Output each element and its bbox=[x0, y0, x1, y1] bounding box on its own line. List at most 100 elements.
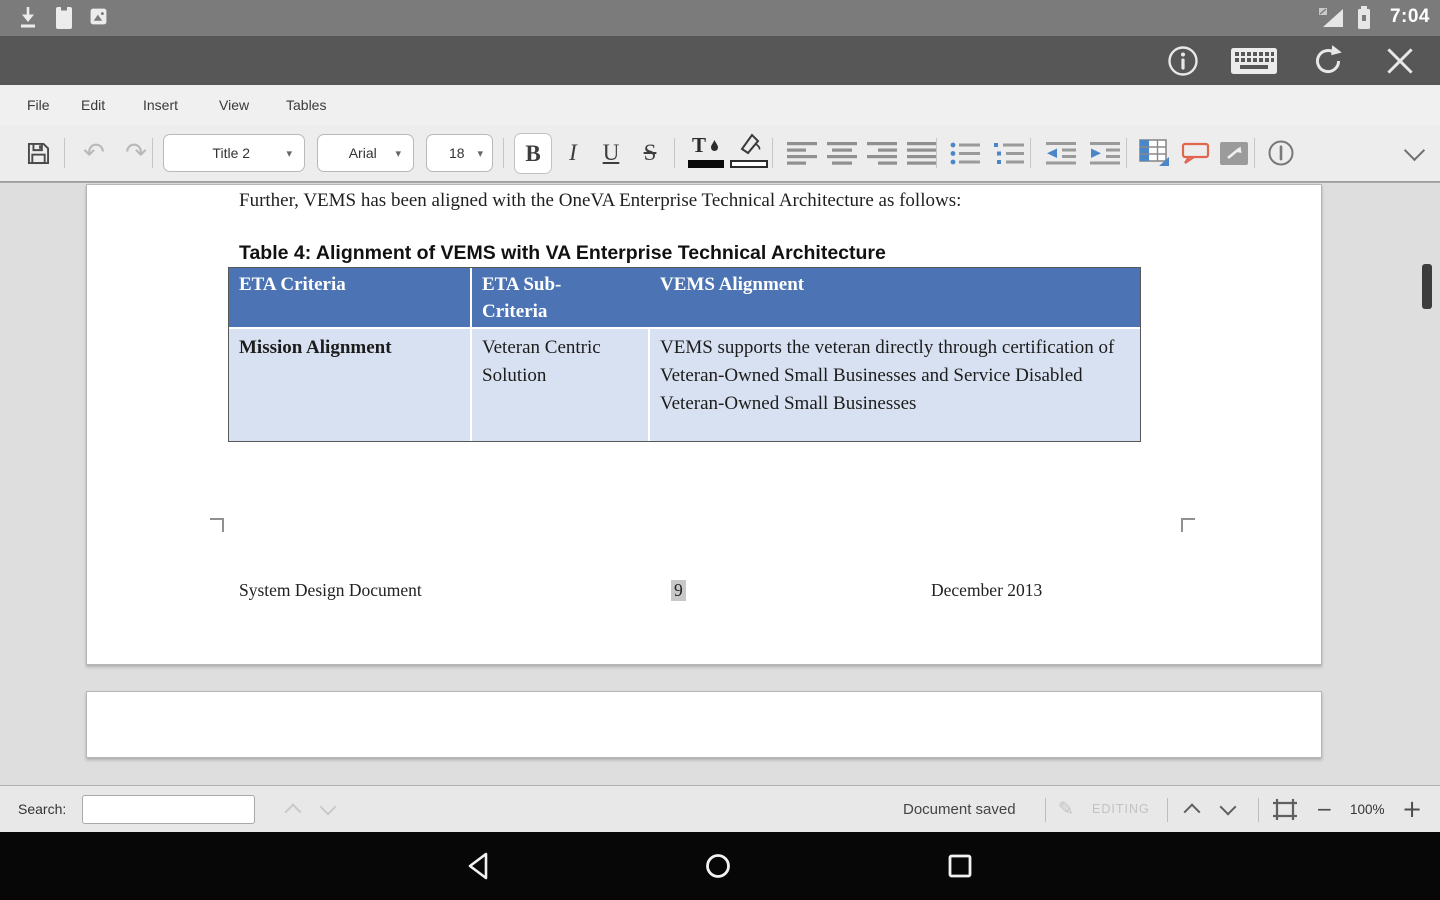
comment-button[interactable] bbox=[1178, 125, 1214, 181]
zoom-in-button[interactable]: + bbox=[1402, 786, 1422, 832]
redo-button[interactable]: ↷ bbox=[118, 125, 154, 181]
highlighter-pen-icon bbox=[740, 133, 761, 155]
divider bbox=[1030, 138, 1031, 168]
menu-view[interactable]: View bbox=[219, 85, 249, 125]
table-cell[interactable]: Veteran Centric Solution bbox=[472, 329, 650, 441]
recents-button[interactable] bbox=[944, 850, 976, 882]
footer-margin-mark-left bbox=[210, 518, 224, 532]
save-button[interactable] bbox=[22, 125, 54, 181]
document-paragraph[interactable]: Further, VEMS has been aligned with the … bbox=[239, 190, 1174, 212]
fit-page-icon bbox=[1273, 798, 1297, 820]
table-caption[interactable]: Table 4: Alignment of VEMS with VA Enter… bbox=[239, 242, 886, 265]
footer-margin-mark-right bbox=[1181, 518, 1195, 532]
info-button[interactable] bbox=[1164, 36, 1202, 85]
page-up-button[interactable] bbox=[1183, 786, 1201, 832]
decrease-indent-button[interactable] bbox=[1042, 125, 1080, 181]
menu-file[interactable]: File bbox=[27, 85, 50, 125]
home-circle-icon bbox=[706, 854, 730, 878]
table-cell[interactable]: Mission Alignment bbox=[229, 329, 472, 441]
search-previous-button[interactable] bbox=[284, 786, 302, 832]
chevron-up-icon bbox=[1183, 803, 1201, 821]
table-header-cell[interactable]: ETA Criteria bbox=[229, 268, 472, 327]
refresh-button[interactable] bbox=[1306, 36, 1350, 85]
divider bbox=[674, 138, 675, 168]
formatting-marks-button[interactable] bbox=[1264, 125, 1298, 181]
footer-date[interactable]: December 2013 bbox=[931, 580, 1042, 601]
recents-square-icon bbox=[948, 854, 972, 878]
multilevel-list-button[interactable] bbox=[992, 125, 1026, 181]
table-header-cell[interactable]: ETA Sub-Criteria bbox=[472, 268, 650, 327]
back-triangle-icon bbox=[468, 852, 488, 880]
font-family-dropdown[interactable]: Arial ▾ bbox=[317, 134, 414, 172]
font-size-value: 18 bbox=[448, 145, 465, 161]
increase-indent-button[interactable] bbox=[1086, 125, 1124, 181]
clock-time: 7:04 bbox=[1389, 6, 1430, 27]
download-notification-icon bbox=[18, 5, 38, 36]
table-header-row: ETA Criteria ETA Sub-Criteria VEMS Align… bbox=[229, 268, 1140, 329]
page-down-button[interactable] bbox=[1219, 786, 1237, 832]
document-table: ETA Criteria ETA Sub-Criteria VEMS Align… bbox=[228, 267, 1141, 442]
editing-mode-toggle[interactable]: EDITING bbox=[1092, 786, 1150, 832]
paragraph-style-dropdown[interactable]: Title 2 ▾ bbox=[163, 134, 305, 172]
zoom-level-value: 100% bbox=[1350, 801, 1385, 817]
document-page-2[interactable] bbox=[86, 691, 1322, 758]
keyboard-toggle-button[interactable] bbox=[1228, 36, 1280, 85]
menu-insert[interactable]: Insert bbox=[143, 85, 178, 125]
close-icon[interactable] bbox=[1378, 36, 1422, 85]
table-cell[interactable]: VEMS supports the veteran directly throu… bbox=[650, 329, 1142, 441]
screenshot-notification-icon bbox=[90, 8, 107, 30]
menu-bar: File Edit Insert View Tables bbox=[0, 85, 1440, 125]
table-row: Mission Alignment Veteran Centric Soluti… bbox=[229, 329, 1140, 441]
divider bbox=[1258, 798, 1259, 822]
search-input[interactable] bbox=[82, 794, 255, 824]
divider bbox=[152, 138, 153, 168]
formatting-toolbar: ↶ ↷ Title 2 ▾ Arial ▾ 18 ▾ B I U S T bbox=[0, 125, 1440, 182]
align-right-button[interactable] bbox=[866, 125, 898, 181]
underline-button[interactable]: U bbox=[594, 125, 628, 181]
insert-table-button[interactable] bbox=[1136, 125, 1172, 181]
divider bbox=[1167, 798, 1168, 822]
ink-drop-icon bbox=[711, 140, 718, 151]
search-next-button[interactable] bbox=[319, 786, 337, 832]
chevron-down-icon bbox=[1219, 798, 1237, 815]
divider bbox=[1254, 138, 1255, 168]
screen: 7:04 File Edit Insert View Tables ↶ ↷ Ti… bbox=[0, 0, 1440, 900]
divider bbox=[503, 138, 504, 168]
insert-image-button[interactable] bbox=[1216, 125, 1252, 181]
align-center-button[interactable] bbox=[826, 125, 858, 181]
footer-document-title[interactable]: System Design Document bbox=[239, 580, 422, 601]
home-button[interactable] bbox=[702, 850, 734, 882]
chevron-down-icon: ▾ bbox=[395, 146, 401, 160]
signal-strength-icon bbox=[1318, 7, 1344, 34]
fit-page-button[interactable] bbox=[1272, 786, 1298, 832]
menu-edit[interactable]: Edit bbox=[81, 85, 105, 125]
align-justify-button[interactable] bbox=[906, 125, 938, 181]
chevron-down-icon: ▾ bbox=[286, 146, 292, 160]
menu-tables[interactable]: Tables bbox=[286, 85, 326, 125]
bold-button[interactable]: B bbox=[514, 133, 552, 174]
bullet-list-button[interactable] bbox=[948, 125, 982, 181]
collapse-toolbar-button[interactable] bbox=[1396, 125, 1432, 181]
text-color-button[interactable]: T bbox=[688, 125, 724, 181]
zoom-out-button[interactable]: − bbox=[1316, 786, 1333, 832]
font-size-dropdown[interactable]: 18 ▾ bbox=[426, 134, 493, 172]
divider bbox=[1126, 138, 1127, 168]
align-left-button[interactable] bbox=[786, 125, 818, 181]
chevron-down-icon bbox=[1403, 139, 1425, 161]
strikethrough-button[interactable]: S bbox=[634, 125, 666, 181]
italic-button[interactable]: I bbox=[558, 125, 588, 181]
back-button[interactable] bbox=[462, 850, 494, 882]
android-status-bar: 7:04 bbox=[0, 0, 1440, 36]
document-canvas: Further, VEMS has been aligned with the … bbox=[0, 182, 1440, 785]
highlight-color-button[interactable] bbox=[730, 125, 768, 181]
document-page-1[interactable]: Further, VEMS has been aligned with the … bbox=[86, 184, 1322, 665]
table-header-cell[interactable]: VEMS Alignment bbox=[650, 268, 1142, 327]
divider bbox=[64, 138, 65, 168]
chevron-down-icon: ▾ bbox=[477, 146, 483, 160]
footer-page-number-field[interactable]: 9 bbox=[671, 580, 686, 601]
search-status-bar: Search: Document saved ✎ EDITING − 100% … bbox=[0, 785, 1440, 832]
undo-button[interactable]: ↶ bbox=[76, 125, 112, 181]
vertical-scrollbar-thumb[interactable] bbox=[1422, 264, 1432, 309]
chevron-down-icon bbox=[319, 798, 337, 815]
pencil-icon: ✎ bbox=[1058, 798, 1074, 820]
